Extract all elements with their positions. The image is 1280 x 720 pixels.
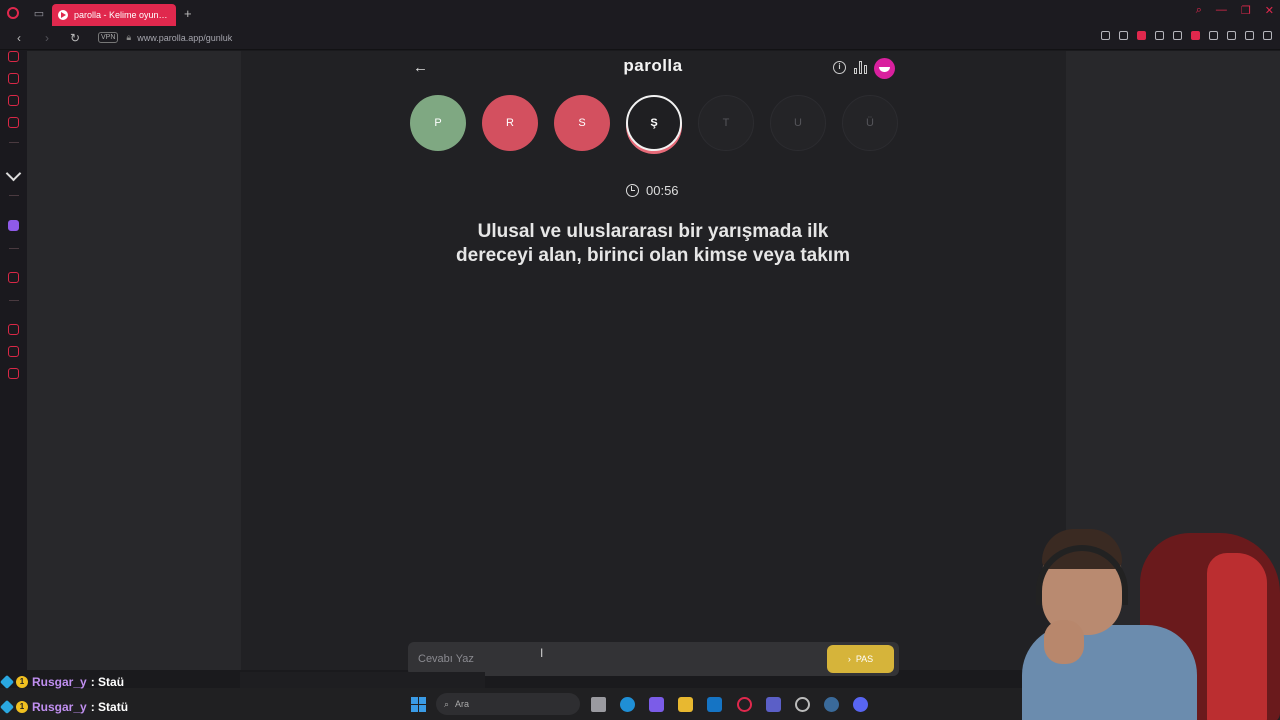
back-nav-icon[interactable]: ‹ — [10, 31, 28, 45]
badge-icon — [0, 699, 15, 715]
copilot-icon[interactable] — [649, 697, 664, 712]
chat-text: : Staü — [90, 675, 125, 689]
letter-circle-correct: P — [410, 95, 466, 151]
letter-circle-pending: U — [770, 95, 826, 151]
browser-sidebar — [0, 50, 27, 670]
window-controls: ⌕ — ❐ ✕ — [1196, 4, 1274, 17]
avatar[interactable] — [874, 58, 895, 79]
badge-one-icon: 1 — [16, 701, 28, 713]
lock-icon[interactable]: 🔒︎ — [126, 32, 131, 43]
search-tabs-icon[interactable]: ⌕ — [1196, 4, 1202, 17]
sidebar-divider — [9, 300, 19, 301]
search-icon: ⌕ — [444, 698, 450, 709]
teams-icon[interactable] — [766, 697, 781, 712]
letter-circle-current: Ş — [626, 95, 682, 151]
browser-tab-bar: ▭ parolla - Kelime oyunu, Gü + ⌕ — ❐ ✕ — [0, 0, 1280, 26]
aria-icon[interactable] — [8, 51, 19, 62]
gx-corner-icon[interactable] — [8, 95, 19, 106]
reload-icon[interactable]: ↻ — [66, 31, 84, 45]
minimize-icon[interactable]: — — [1216, 4, 1227, 17]
overlay-bar — [240, 672, 485, 688]
chat-message: 1 Rusgar_y : Staü — [0, 674, 125, 690]
task-view-icon[interactable] — [591, 697, 606, 712]
address-bar: ‹ › ↻ VPN 🔒︎ www.parolla.app/gunluk — [0, 26, 1280, 50]
extensions-sidebar-icon[interactable] — [8, 346, 19, 357]
streamer-hand — [1044, 620, 1084, 664]
chevron-right-icon: › — [847, 654, 851, 664]
new-tab-icon[interactable]: + — [184, 6, 192, 21]
vpn-badge[interactable]: VPN — [98, 32, 119, 43]
taskbar-search[interactable]: ⌕ Ara — [436, 693, 580, 715]
parolla-favicon-icon — [58, 10, 68, 20]
extensions-icon[interactable] — [1209, 31, 1218, 40]
extension-twitch-icon[interactable] — [1191, 31, 1200, 40]
clock-icon — [626, 184, 639, 197]
taskbar-search-label: Ara — [455, 699, 470, 709]
gaming-chair-side — [1207, 553, 1267, 720]
discord-icon[interactable] — [853, 697, 868, 712]
sidebar-divider — [9, 195, 19, 196]
outlook-icon[interactable] — [707, 697, 722, 712]
url-field[interactable]: www.parolla.app/gunluk — [137, 33, 232, 43]
timer: 00:56 — [626, 183, 679, 198]
bookmark-icon[interactable] — [1101, 31, 1110, 40]
tab-title: parolla - Kelime oyunu, Gü — [74, 10, 170, 20]
pocket-icon[interactable] — [1137, 31, 1146, 40]
arrow-left-icon[interactable]: ← — [413, 59, 428, 76]
player-sidebar-icon[interactable] — [8, 272, 19, 283]
maximize-icon[interactable]: ❐ — [1241, 4, 1251, 17]
chat-username: Rusgar_y — [32, 675, 87, 689]
answer-bar: › PAS — [408, 642, 899, 676]
workspace-icon[interactable] — [5, 165, 22, 182]
chat-text: : Statü — [90, 700, 129, 714]
messenger-icon[interactable] — [8, 117, 19, 128]
sidebar-divider — [9, 142, 19, 143]
timer-value: 00:56 — [646, 183, 679, 198]
snapshot-icon[interactable] — [1119, 31, 1128, 40]
badge-one-icon: 1 — [16, 676, 28, 688]
browser-toolbar — [1101, 31, 1272, 40]
history-icon[interactable] — [8, 324, 19, 335]
close-icon[interactable]: ✕ — [1265, 4, 1274, 17]
question-text: Ulusal ve uluslararası bir yarışmada ilk… — [456, 221, 850, 266]
letter-circle-wrong: S — [554, 95, 610, 151]
screen: ▭ parolla - Kelime oyunu, Gü + ⌕ — ❐ ✕ ‹… — [0, 0, 1280, 720]
edge-icon[interactable] — [620, 697, 635, 712]
pass-button[interactable]: › PAS — [827, 645, 894, 673]
heart-icon[interactable] — [1173, 31, 1182, 40]
answer-input[interactable] — [418, 650, 818, 668]
download-icon[interactable] — [1245, 31, 1254, 40]
opera-logo-icon[interactable] — [0, 0, 26, 26]
crypto-wallet-icon[interactable] — [8, 73, 19, 84]
letter-circle-pending: T — [698, 95, 754, 151]
badge-icon — [0, 674, 15, 690]
app-title: parolla — [623, 56, 683, 75]
chat-message: 1 Rusgar_y : Statü — [0, 699, 129, 715]
file-explorer-icon[interactable] — [678, 697, 693, 712]
obs-icon[interactable] — [795, 697, 810, 712]
chat-username: Rusgar_y — [32, 700, 87, 714]
webcam-overlay — [1022, 525, 1280, 720]
twitch-icon[interactable] — [8, 220, 19, 231]
player-icon[interactable] — [1155, 31, 1164, 40]
text-cursor-icon: I — [540, 646, 544, 660]
letter-circle-wrong: R — [482, 95, 538, 151]
info-icon[interactable]: i — [833, 61, 846, 74]
letter-circle-pending: Ü — [842, 95, 898, 151]
opera-gx-icon[interactable] — [737, 697, 752, 712]
pass-button-label: PAS — [855, 654, 874, 664]
steam-icon[interactable] — [824, 697, 839, 712]
settings-icon[interactable] — [8, 368, 19, 379]
bar-chart-icon[interactable] — [854, 61, 868, 74]
tab-switcher-icon[interactable]: ▭ — [26, 0, 52, 26]
browser-tab-active[interactable]: parolla - Kelime oyunu, Gü — [52, 4, 176, 26]
sidebar-divider — [9, 248, 19, 249]
menu-icon[interactable] — [1263, 31, 1272, 40]
forward-nav-icon[interactable]: › — [38, 31, 56, 45]
profile-icon[interactable] — [1227, 31, 1236, 40]
windows-start-icon[interactable] — [411, 697, 426, 712]
